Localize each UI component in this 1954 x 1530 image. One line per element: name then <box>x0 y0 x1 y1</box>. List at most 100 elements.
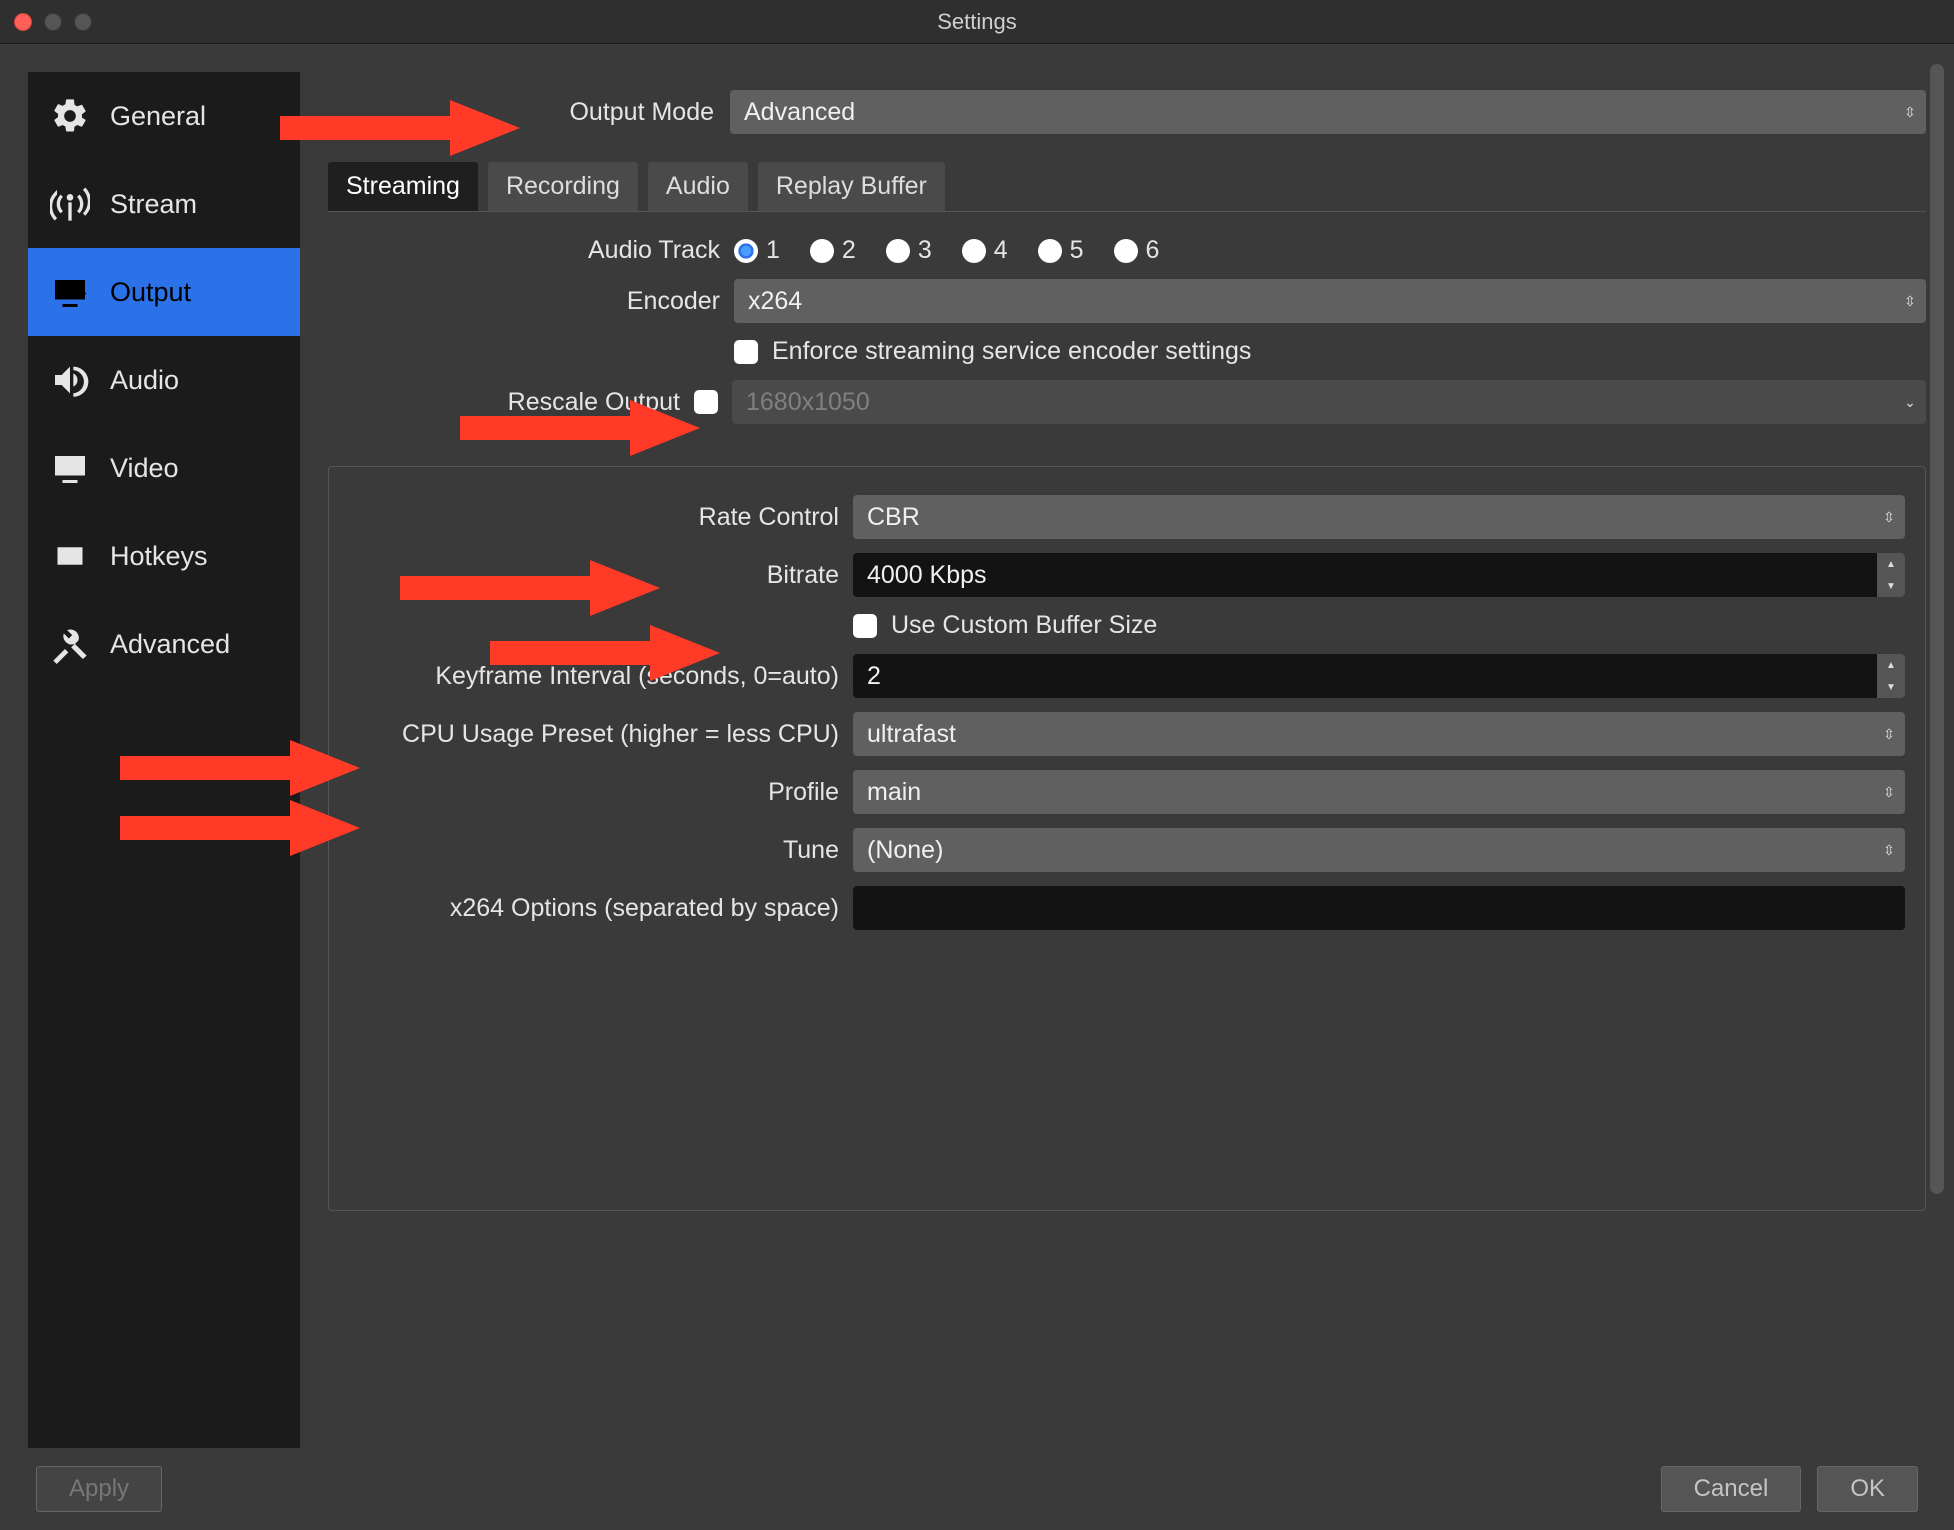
sidebar-item-label: General <box>110 101 206 132</box>
sidebar-item-general[interactable]: General <box>28 72 300 160</box>
output-mode-value: Advanced <box>744 98 855 127</box>
keyboard-icon <box>46 536 94 576</box>
keyframe-label: Keyframe Interval (seconds, 0=auto) <box>349 662 839 691</box>
rate-control-value: CBR <box>867 503 920 532</box>
encoder-row: Encoder x264 ⇳ <box>328 279 1926 323</box>
radio-label: 6 <box>1146 236 1160 265</box>
tab-streaming[interactable]: Streaming <box>328 162 478 211</box>
tab-audio[interactable]: Audio <box>648 162 748 211</box>
titlebar: Settings <box>0 0 1954 44</box>
chevron-updown-icon: ⇳ <box>1873 495 1905 539</box>
footer: Apply Cancel OK <box>0 1448 1954 1530</box>
radio-label: 3 <box>918 236 932 265</box>
apply-button[interactable]: Apply <box>36 1466 162 1512</box>
enforce-row: Enforce streaming service encoder settin… <box>328 337 1926 366</box>
audio-track-row: Audio Track 1 2 3 4 5 6 <box>328 236 1926 265</box>
tab-replay-buffer[interactable]: Replay Buffer <box>758 162 945 211</box>
rescale-label: Rescale Output <box>328 388 680 417</box>
tune-row: Tune (None) ⇳ <box>349 828 1905 872</box>
audio-track-radio-1[interactable] <box>734 239 758 263</box>
sidebar-item-video[interactable]: Video <box>28 424 300 512</box>
chevron-updown-icon: ⇳ <box>1894 90 1926 134</box>
chevron-up-icon[interactable]: ▲ <box>1877 654 1905 676</box>
cpu-preset-select[interactable]: ultrafast ⇳ <box>853 712 1905 756</box>
profile-row: Profile main ⇳ <box>349 770 1905 814</box>
audio-track-radio-3[interactable] <box>886 239 910 263</box>
chevron-up-icon[interactable]: ▲ <box>1877 553 1905 575</box>
audio-track-radio-2[interactable] <box>810 239 834 263</box>
audio-track-radio-5[interactable] <box>1038 239 1062 263</box>
encoder-label: Encoder <box>328 287 720 316</box>
profile-select[interactable]: main ⇳ <box>853 770 1905 814</box>
sidebar-item-label: Advanced <box>110 629 230 660</box>
chevron-updown-icon: ⇳ <box>1873 828 1905 872</box>
radio-label: 5 <box>1070 236 1084 265</box>
button-label: Apply <box>69 1475 129 1503</box>
sidebar-item-output[interactable]: Output <box>28 248 300 336</box>
button-label: OK <box>1850 1475 1885 1503</box>
rate-control-label: Rate Control <box>349 503 839 532</box>
chevron-updown-icon: ⇳ <box>1873 770 1905 814</box>
audio-track-radio-4[interactable] <box>962 239 986 263</box>
rate-control-select[interactable]: CBR ⇳ <box>853 495 1905 539</box>
radio-label: 2 <box>842 236 856 265</box>
rate-control-row: Rate Control CBR ⇳ <box>349 495 1905 539</box>
sidebar-item-label: Hotkeys <box>110 541 208 572</box>
custom-buffer-checkbox[interactable] <box>853 614 877 638</box>
audio-track-label: Audio Track <box>328 236 720 265</box>
tune-value: (None) <box>867 836 943 865</box>
keyframe-spinner[interactable]: ▲▼ <box>1877 654 1905 698</box>
rescale-select[interactable]: 1680x1050 ⌄ <box>732 380 1926 424</box>
gear-icon <box>46 96 94 136</box>
sidebar-item-stream[interactable]: Stream <box>28 160 300 248</box>
encoder-select[interactable]: x264 ⇳ <box>734 279 1926 323</box>
tab-label: Streaming <box>346 172 460 200</box>
sidebar-item-advanced[interactable]: Advanced <box>28 600 300 688</box>
bitrate-input[interactable]: 4000 Kbps ▲▼ <box>853 553 1905 597</box>
keyframe-row: Keyframe Interval (seconds, 0=auto) 2 ▲▼ <box>349 654 1905 698</box>
sidebar-item-audio[interactable]: Audio <box>28 336 300 424</box>
scrollbar[interactable] <box>1930 64 1944 1194</box>
output-mode-label: Output Mode <box>554 98 714 127</box>
chevron-down-icon[interactable]: ▼ <box>1877 676 1905 698</box>
cancel-button[interactable]: Cancel <box>1661 1466 1802 1512</box>
audio-track-radiogroup: 1 2 3 4 5 6 <box>734 236 1926 265</box>
cpu-preset-value: ultrafast <box>867 720 956 749</box>
sidebar: General Stream Output Audio Video <box>28 72 300 1448</box>
enforce-label: Enforce streaming service encoder settin… <box>772 337 1251 366</box>
enforce-checkbox[interactable] <box>734 340 758 364</box>
sidebar-item-hotkeys[interactable]: Hotkeys <box>28 512 300 600</box>
audio-track-radio-6[interactable] <box>1114 239 1138 263</box>
sidebar-item-label: Output <box>110 277 191 308</box>
tab-recording[interactable]: Recording <box>488 162 638 211</box>
radio-label: 1 <box>766 236 780 265</box>
antenna-icon <box>46 184 94 224</box>
output-mode-select[interactable]: Advanced ⇳ <box>730 90 1926 134</box>
chevron-down-icon[interactable]: ▼ <box>1877 575 1905 597</box>
tab-label: Audio <box>666 172 730 200</box>
x264-options-label: x264 Options (separated by space) <box>349 894 839 923</box>
rescale-row: Rescale Output 1680x1050 ⌄ <box>328 380 1926 424</box>
encoder-value: x264 <box>748 287 802 316</box>
custom-buffer-label: Use Custom Buffer Size <box>891 611 1157 640</box>
sidebar-item-label: Video <box>110 453 179 484</box>
chevron-updown-icon: ⇳ <box>1873 712 1905 756</box>
chevron-down-icon: ⌄ <box>1894 380 1926 424</box>
x264-options-row: x264 Options (separated by space) <box>349 886 1905 930</box>
x264-options-input[interactable] <box>853 886 1905 930</box>
keyframe-input[interactable]: 2 ▲▼ <box>853 654 1905 698</box>
tab-label: Replay Buffer <box>776 172 927 200</box>
keyframe-value: 2 <box>867 662 881 691</box>
tune-select[interactable]: (None) ⇳ <box>853 828 1905 872</box>
profile-label: Profile <box>349 778 839 807</box>
bitrate-value: 4000 Kbps <box>867 561 987 590</box>
rescale-checkbox[interactable] <box>694 390 718 414</box>
encoder-settings-panel: Rate Control CBR ⇳ Bitrate 4000 Kbps ▲▼ <box>328 466 1926 1211</box>
tune-label: Tune <box>349 836 839 865</box>
window-title: Settings <box>0 9 1954 35</box>
ok-button[interactable]: OK <box>1817 1466 1918 1512</box>
bitrate-spinner[interactable]: ▲▼ <box>1877 553 1905 597</box>
monitor-output-icon <box>46 272 94 312</box>
cpu-preset-label: CPU Usage Preset (higher = less CPU) <box>349 720 839 749</box>
bitrate-label: Bitrate <box>349 561 839 590</box>
